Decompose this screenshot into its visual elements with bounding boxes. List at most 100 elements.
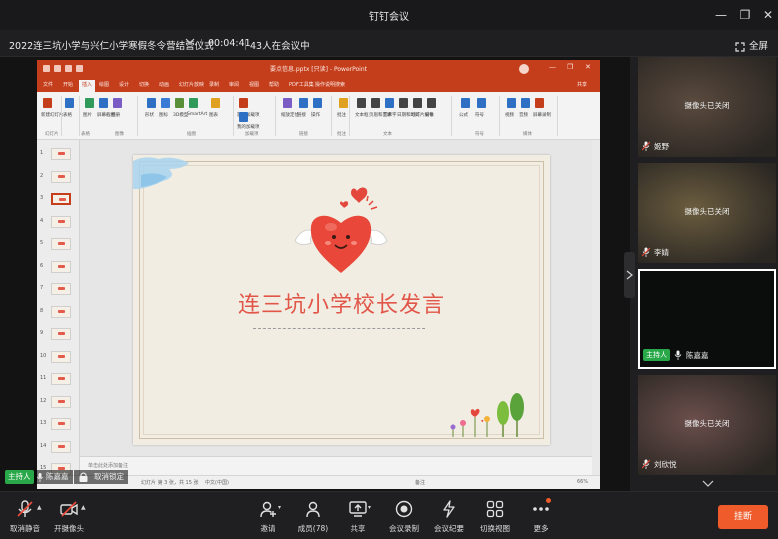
unlock-view-button[interactable]: 取消锁定 — [74, 470, 128, 484]
add-user-icon — [260, 501, 276, 518]
thumbnail-content — [58, 354, 65, 358]
slide-thumbnail[interactable] — [51, 395, 71, 408]
meeting-title[interactable]: 2022连三坑小学与兴仁小学寒假冬令营结营仪式 — [9, 38, 214, 52]
ribbon-command-icon — [239, 112, 248, 122]
ribbon-command-label: 屏幕录制 — [533, 113, 551, 118]
ribbon-command-label: 我的加载项 — [237, 125, 260, 130]
ribbon-group-label: 插图 — [187, 132, 196, 137]
ppt-ribbon: 新建幻灯片 表格 图片 屏幕截图 相册 形状 图标 3D模型 SmartArt 图表 获取加载项 我的… — [37, 92, 600, 140]
ribbon-command-icon — [65, 98, 74, 108]
unmute-button[interactable]: ▲ 取消静音 — [0, 492, 50, 539]
participant-tile-active[interactable]: 主持人 陈嘉嘉 — [638, 269, 776, 369]
participant-tile[interactable]: 摄像头已关闭 姬野 — [638, 57, 776, 157]
ribbon-command-icon — [161, 98, 170, 108]
share-button[interactable]: ▾ 共享 — [333, 492, 383, 539]
slide-thumbnail[interactable] — [51, 440, 71, 453]
ribbon-group-label: 文本 — [383, 132, 392, 137]
ribbon-command-icon — [413, 98, 422, 108]
slide-thumbnail[interactable] — [51, 328, 71, 340]
camera-off-icon — [60, 501, 78, 517]
ribbon-separator — [499, 96, 500, 136]
ribbon-group-label: 表格 — [81, 132, 90, 137]
slide-thumbnail[interactable] — [51, 418, 71, 430]
thumbnail-number: 2 — [40, 172, 44, 179]
collapse-panel-button[interactable] — [624, 252, 635, 298]
thumbnail-number: 4 — [40, 217, 44, 224]
ribbon-separator — [137, 96, 138, 136]
slide-thumbnail[interactable] — [51, 238, 71, 250]
caret-up-icon[interactable]: ▲ — [81, 504, 86, 511]
scroll-down-icon[interactable] — [702, 479, 714, 490]
powerpoint-window: 要点信息.pptx [只读] - PowerPoint — ❐ ✕ 文件 开始 … — [37, 60, 600, 489]
microphone-icon — [37, 473, 43, 482]
participant-tile[interactable]: 摄像头已关闭 李婧 — [638, 163, 776, 263]
ppt-tab: 设计 — [119, 82, 130, 88]
mic-muted-icon — [642, 247, 650, 257]
ribbon-command-label: 对象 — [425, 113, 434, 118]
slide-thumbnail[interactable] — [51, 215, 71, 228]
ribbon-command-label: 批注 — [337, 113, 346, 118]
minutes-button[interactable]: 会议纪要 — [424, 492, 474, 539]
members-button[interactable]: 成员(78) — [288, 492, 338, 539]
ppt-tab: 视图 — [249, 82, 260, 88]
unmute-label: 取消静音 — [10, 524, 40, 533]
chevron-right-icon — [626, 270, 633, 280]
caret-icon[interactable]: ▾ — [278, 504, 281, 511]
ribbon-command-icon — [477, 98, 486, 108]
camera-label: 开摄像头 — [54, 524, 84, 533]
slide-title-underline — [253, 328, 425, 329]
ribbon-command-label: 图标 — [159, 113, 168, 118]
zoom-level: 66% — [577, 479, 589, 485]
more-button[interactable]: 更多 — [516, 492, 566, 539]
ai-minutes-icon — [443, 500, 455, 518]
divider — [245, 39, 246, 50]
ribbon-command-icon — [239, 98, 248, 108]
switch-view-button[interactable]: 切换视图 — [470, 492, 520, 539]
vertical-scrollbar[interactable] — [592, 140, 600, 475]
thumbnail-number: 6 — [40, 262, 44, 269]
slide-thumbnail[interactable] — [51, 260, 71, 273]
ppt-tab: 绘图 — [99, 82, 110, 88]
ribbon-separator — [233, 96, 234, 136]
ribbon-group-label: 幻灯片 — [45, 132, 59, 137]
invite-button[interactable]: ▾ 邀请 — [243, 492, 293, 539]
record-button[interactable]: 会议录制 — [379, 492, 429, 539]
chevron-down-icon[interactable] — [185, 36, 195, 49]
ribbon-separator — [331, 96, 332, 136]
fullscreen-icon[interactable] — [735, 37, 745, 52]
ribbon-command-icon — [313, 98, 322, 108]
ribbon-command-icon — [427, 98, 436, 108]
ribbon-command-label: 形状 — [145, 113, 154, 118]
thumbnail-content — [58, 377, 65, 380]
presenter-name-text: 陈嘉嘉 — [46, 472, 69, 481]
slide-thumbnail[interactable] — [51, 305, 71, 318]
host-badge: 主持人 — [643, 349, 670, 361]
presenter-name: 陈嘉嘉 — [34, 470, 73, 484]
fullscreen-button[interactable]: 全屏 — [749, 38, 768, 52]
minimize-button[interactable]: — — [712, 6, 730, 24]
ribbon-separator — [451, 96, 452, 136]
slide-thumbnail[interactable] — [51, 193, 71, 205]
unlock-view-label: 取消锁定 — [94, 472, 124, 481]
participant-tile[interactable]: 摄像头已关闭 刘欣悦 — [638, 375, 776, 475]
slide-thumbnail[interactable] — [51, 350, 71, 363]
ppt-tab: PDF工具集 — [289, 82, 314, 88]
slide-thumbnail[interactable] — [51, 148, 71, 160]
ribbon-group-label: 符号 — [475, 132, 484, 137]
caret-icon[interactable]: ▾ — [368, 504, 371, 511]
ribbon-command-icon — [535, 98, 544, 108]
slide-thumbnail[interactable] — [51, 170, 71, 183]
ribbon-separator — [557, 96, 558, 136]
caret-up-icon[interactable]: ▲ — [37, 504, 42, 511]
slide-counter: 幻灯片 第 3 张，共 15 张 — [141, 480, 199, 486]
more-label: 更多 — [533, 524, 549, 533]
thumbnail-content — [58, 444, 65, 448]
ribbon-command-label: SmartArt — [187, 112, 208, 117]
maximize-button[interactable]: ❐ — [736, 6, 754, 24]
ribbon-command-label: 符号 — [475, 113, 484, 118]
slide-thumbnail[interactable] — [51, 283, 71, 295]
slide-thumbnail[interactable] — [51, 373, 71, 385]
close-button[interactable]: ✕ — [759, 6, 777, 24]
camera-button[interactable]: ▲ 开摄像头 — [44, 492, 94, 539]
hangup-button[interactable]: 挂断 — [718, 505, 768, 529]
